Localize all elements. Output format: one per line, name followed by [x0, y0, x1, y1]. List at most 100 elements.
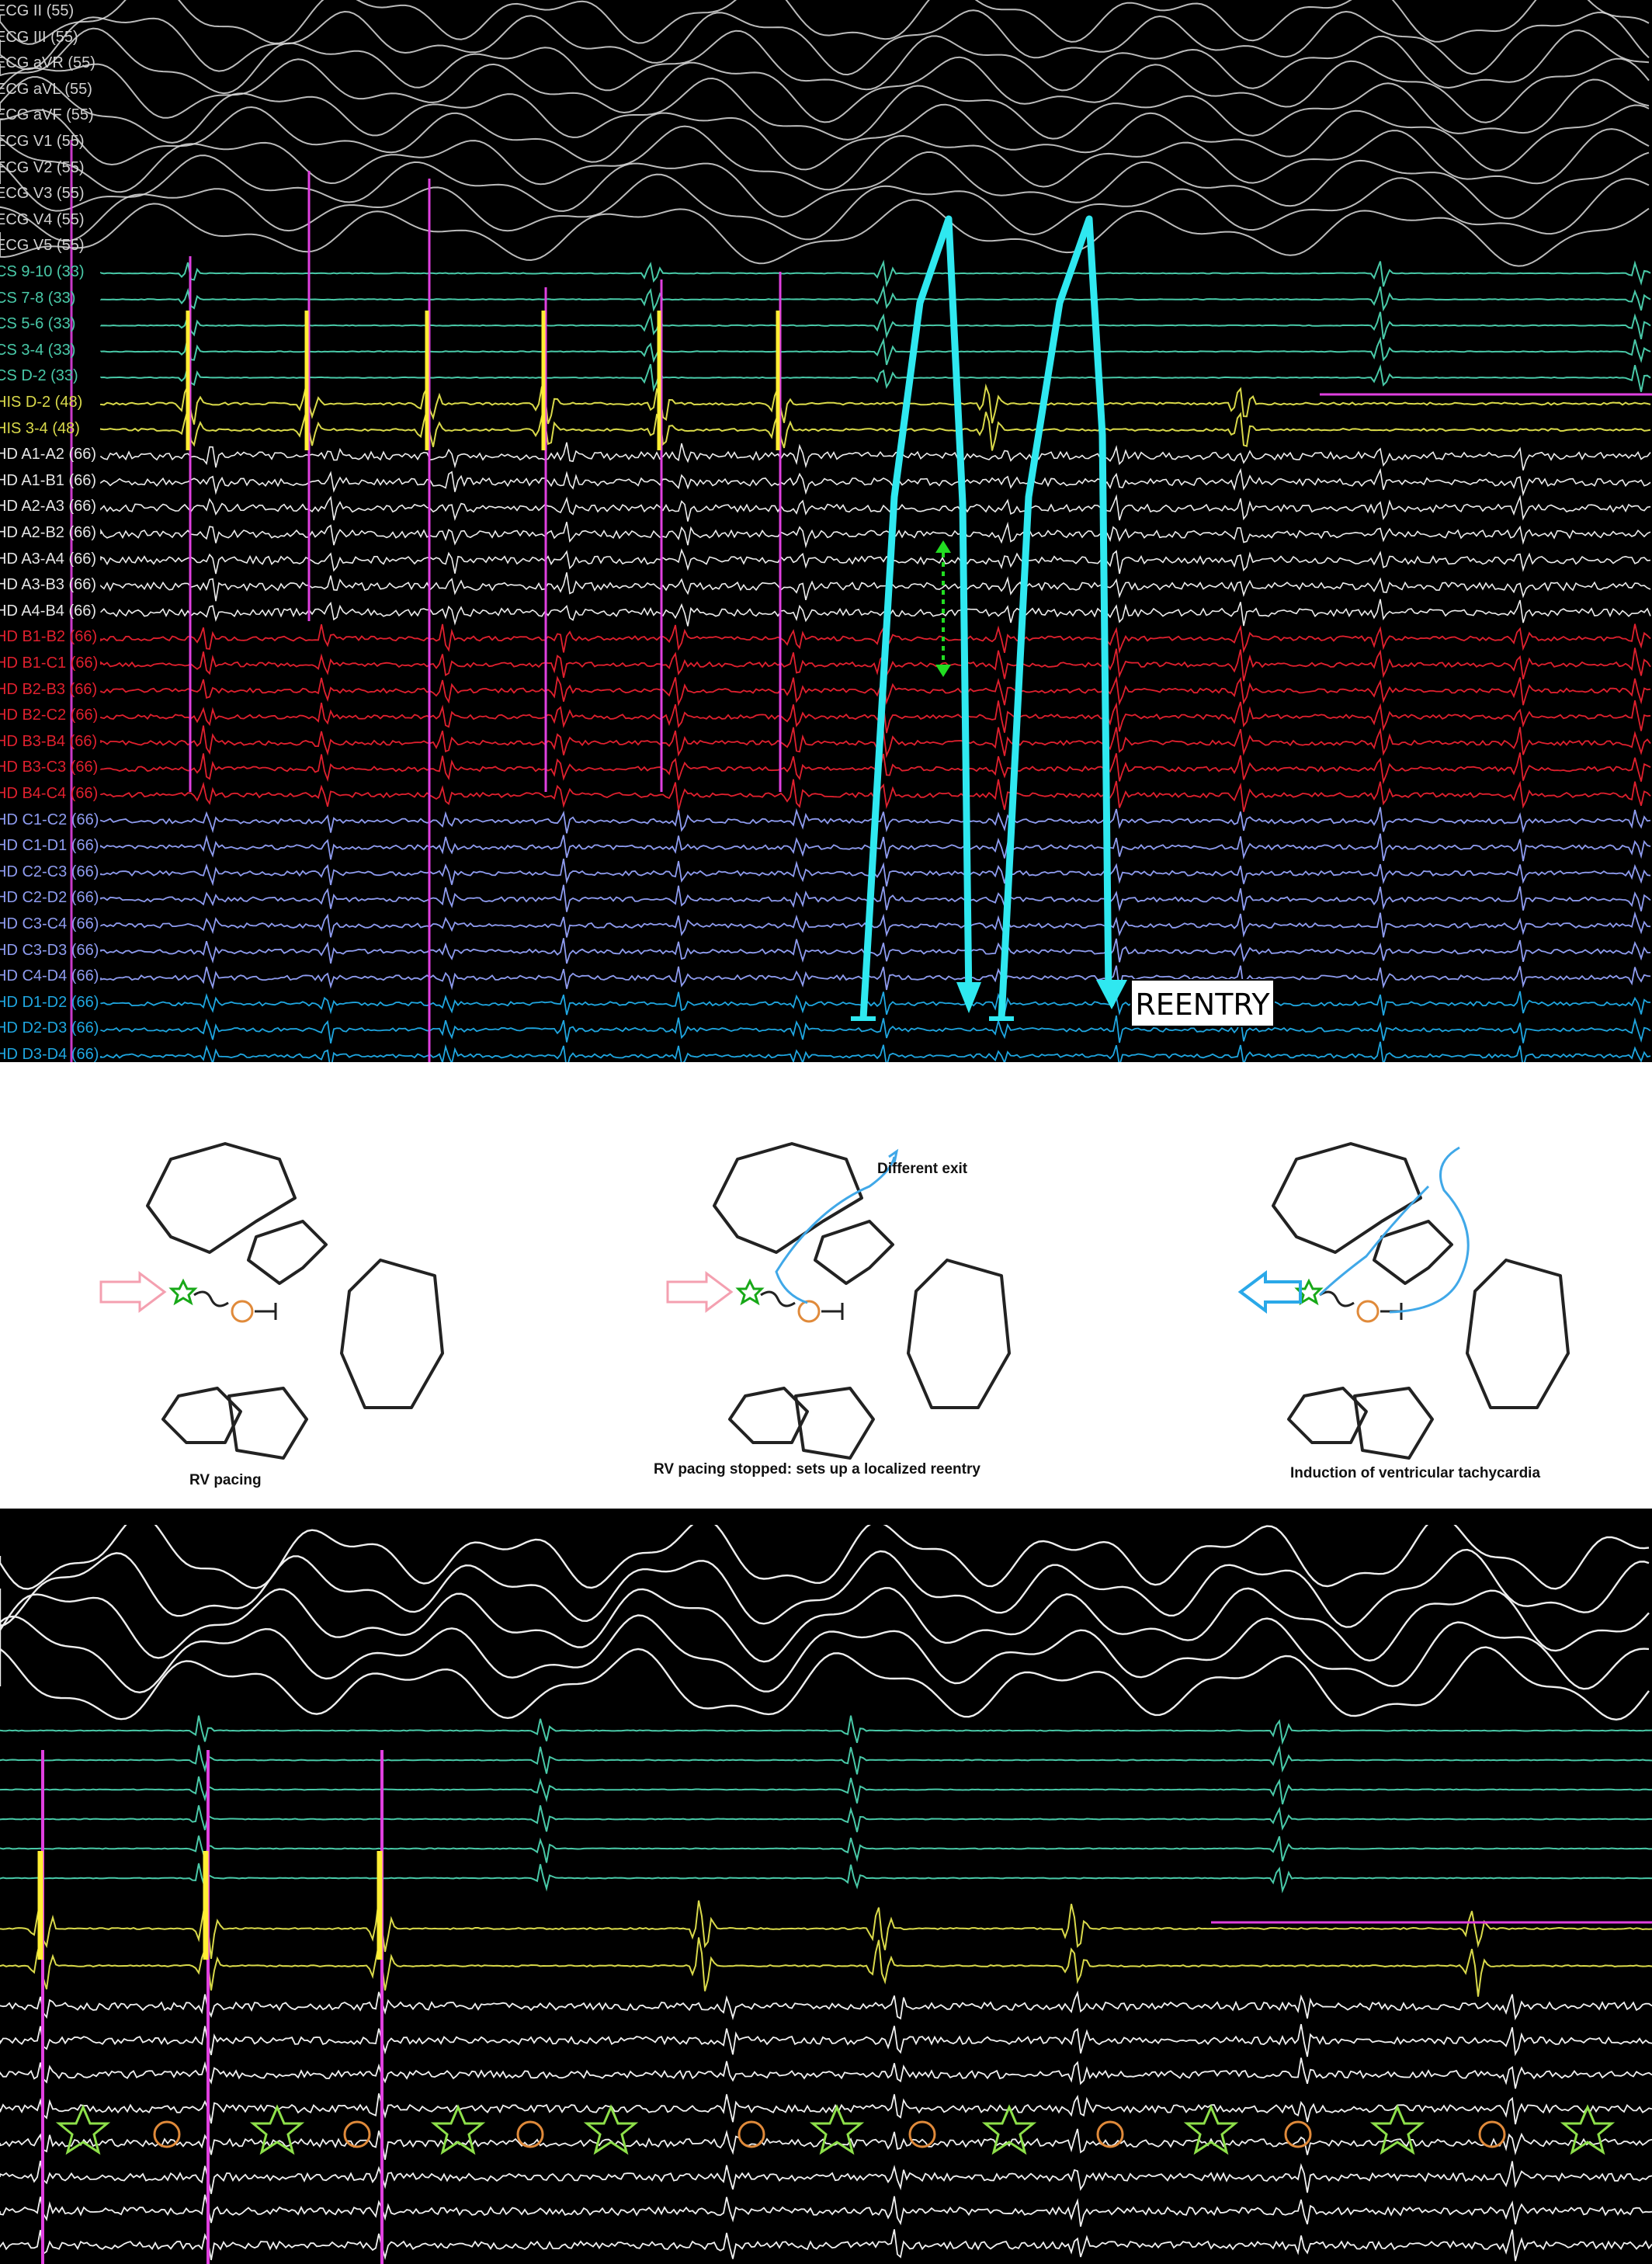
channel-label: HD A1-B1 (66): [0, 471, 97, 489]
hd-d-trace: [100, 1041, 1651, 1062]
ecg-trace: [0, 103, 1650, 172]
hd-a-trace: [100, 494, 1651, 522]
hd-a-trace: [100, 521, 1651, 549]
cs-trace: [100, 259, 1651, 288]
reentry-mechanism-diagrams: RV pacing RV pacing stopped: sets up a l…: [0, 1062, 1652, 1509]
channel-label: HD A2-A3 (66): [0, 498, 97, 516]
his-trace: [100, 383, 1651, 425]
channel-label: CS 3-4 (33): [0, 341, 76, 359]
hd-b-trace: [100, 700, 1651, 734]
circle-marker: [231, 1300, 254, 1323]
channel-label: HD A2-B2 (66): [0, 524, 97, 541]
hd-b-trace: [100, 648, 1651, 682]
hd-b-trace: [100, 675, 1651, 707]
channel-label: ECG aVR (55): [0, 54, 95, 72]
bottom-recording-traces: [0, 1525, 1652, 2264]
channel-label: CS 7-8 (33): [0, 289, 76, 307]
channel-label: HD C3-D3 (66): [0, 941, 99, 959]
star-icon: [1183, 2104, 1239, 2155]
star-icon: [1369, 2104, 1425, 2155]
hd-c-trace: [100, 938, 1651, 964]
channel-label: ECG aVL (55): [0, 80, 92, 98]
reentry-label: REENTRY: [1130, 979, 1275, 1027]
dotted-arrow-head-up: [935, 540, 951, 553]
ecg-trace: [0, 0, 1650, 45]
channel-label: ECG V5 (55): [0, 237, 85, 255]
anatomy-outline: [907, 1259, 1011, 1409]
exit-arrow-icon: [1237, 1270, 1302, 1314]
anatomy-outline: [146, 1142, 297, 1254]
cs-trace: [100, 284, 1651, 312]
hd-c-trace: [100, 911, 1651, 938]
star-icon: [1560, 2104, 1616, 2155]
channel-label: HD C2-C3 (66): [0, 863, 99, 880]
anatomy-outline: [1373, 1220, 1453, 1285]
diagram-3-caption: Induction of ventricular tachycardia: [1290, 1465, 1541, 1481]
ecg-trace: [0, 125, 1650, 193]
hd-a-trace: [0, 2023, 1652, 2057]
anatomy-outline: [1353, 1387, 1434, 1460]
his-trace: [100, 408, 1651, 451]
dotted-arrow-head-down: [935, 665, 951, 677]
cs-trace: [100, 336, 1651, 366]
channel-label: HD D2-D3 (66): [0, 1019, 99, 1037]
ecg-trace: [0, 151, 1650, 220]
star-icon: [735, 1278, 765, 1306]
cs-trace: [0, 1776, 1652, 1805]
his-trace: [0, 1899, 1652, 1960]
different-exit-label: Different exit: [877, 1161, 968, 1177]
channel-label: CS 5-6 (33): [0, 315, 76, 333]
pacing-arrow-icon: [99, 1271, 167, 1313]
channel-label: HD C1-D1 (66): [0, 837, 99, 855]
channel-label: HD A4-B4 (66): [0, 602, 97, 620]
ecg-trace: [0, 173, 1650, 242]
channel-label: ECG V4 (55): [0, 210, 85, 228]
anatomy-outline: [227, 1387, 308, 1460]
channel-label: HD B3-B4 (66): [0, 732, 98, 750]
anatomy-outline: [1272, 1142, 1422, 1254]
anatomy-outline: [814, 1220, 894, 1285]
channel-label: ECG V3 (55): [0, 185, 85, 203]
ecg-trace: [0, 1614, 1650, 1694]
hd-a-trace: [100, 572, 1651, 602]
cs-trace: [0, 1715, 1652, 1745]
reentry-arrow-1-head: [956, 982, 981, 1013]
star-icon: [168, 1278, 198, 1306]
anatomy-outline: [1466, 1259, 1570, 1409]
circle-marker: [738, 2120, 765, 2148]
hd-d-trace: [100, 991, 1651, 1016]
hd-a-trace: [100, 548, 1651, 575]
channel-label: HD B1-B2 (66): [0, 628, 98, 646]
anatomy-outline: [794, 1387, 875, 1460]
circle-marker: [1096, 2120, 1124, 2148]
cs-trace: [0, 1745, 1652, 1775]
channel-label: HD B2-C2 (66): [0, 707, 99, 724]
ecg-trace: [0, 56, 1650, 123]
channel-label: HD B1-C1 (66): [0, 655, 99, 672]
hd-c-trace: [100, 965, 1651, 991]
his-trace: [0, 1937, 1652, 1997]
cs-trace: [0, 1835, 1652, 1863]
intracardiac-recording-top: ECG II (55) ECG III (55) ECG aVR (55) ECG a…: [0, 0, 1652, 1062]
channel-label: HIS D-2 (48): [0, 394, 83, 411]
heart-diagram-2: [666, 1142, 1011, 1460]
ecg-trace: [0, 76, 1650, 144]
channel-label: HD C4-D4 (66): [0, 967, 99, 985]
hd-a-trace: [0, 2229, 1652, 2262]
channel-label: HD B4-C4 (66): [0, 785, 99, 802]
circle-marker: [1356, 1300, 1380, 1323]
intracardiac-recording-bottom: [0, 1525, 1652, 2264]
anatomy-outline: [713, 1142, 863, 1254]
hd-a-trace: [0, 2057, 1652, 2089]
star-icon: [249, 2104, 305, 2155]
hd-a-trace: [0, 1990, 1652, 2021]
reentry-arrow-2: [998, 215, 1112, 1019]
channel-label: CS D-2 (33): [0, 367, 78, 385]
top-recording-traces: [0, 0, 1652, 1062]
pacing-arrow-icon: [666, 1271, 734, 1313]
hd-a-trace: [100, 599, 1651, 627]
hd-b-trace: [100, 623, 1651, 655]
channel-label: HD B2-B3 (66): [0, 680, 98, 698]
circle-marker: [1284, 2120, 1312, 2148]
circle-marker: [516, 2120, 544, 2148]
